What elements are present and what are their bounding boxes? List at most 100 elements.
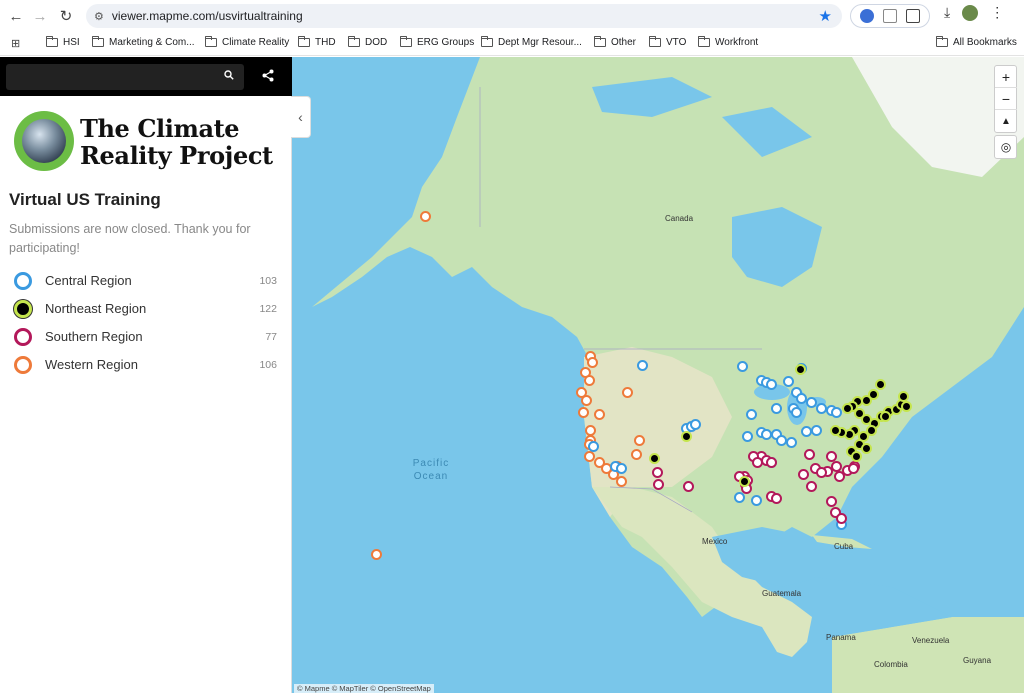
legend-item-northeast[interactable]: Northeast Region 122 [14,299,280,327]
collapse-sidebar-button[interactable]: ‹ [291,96,311,138]
map-marker[interactable] [786,437,797,448]
bookmark-marketing[interactable]: Marketing & Com... [92,36,195,48]
map-marker[interactable] [901,401,912,412]
map-marker[interactable] [649,453,660,464]
map-marker[interactable] [578,407,589,418]
zoom-out-button[interactable]: − [995,88,1017,110]
map-marker[interactable] [771,493,782,504]
map-marker[interactable] [587,357,598,368]
reload-icon[interactable]: ↻ [54,4,78,28]
search-icon[interactable] [224,70,234,80]
apps-grid-icon[interactable]: ⊞ [11,37,20,50]
map-marker[interactable] [634,435,645,446]
map-marker[interactable] [742,431,753,442]
map-marker[interactable] [791,407,802,418]
puzzle-icon[interactable] [906,9,921,23]
map-marker[interactable] [652,467,663,478]
region-legend: Central Region 103 Northeast Region 122 … [14,271,280,383]
map-marker[interactable] [616,476,627,487]
map-marker[interactable] [581,395,592,406]
map-marker[interactable] [836,513,847,524]
map-label-mexico: Mexico [702,537,728,546]
bookmark-erg-groups[interactable]: ERG Groups [400,36,474,48]
map-marker[interactable] [622,387,633,398]
climate-reality-logo: The Climate Reality Project [14,111,276,175]
menu-icon[interactable]: ⋮ [990,4,1004,21]
bookmark-other[interactable]: Other [594,36,636,48]
folder-icon [481,36,493,47]
map-marker[interactable] [851,451,862,462]
bookmark-thd[interactable]: THD [298,36,336,48]
legend-item-central[interactable]: Central Region 103 [14,271,280,299]
map-marker[interactable] [751,495,762,506]
map-marker[interactable] [584,375,595,386]
map-marker[interactable] [690,419,701,430]
download-icon[interactable]: ⤓ [944,4,950,21]
map-marker[interactable] [737,361,748,372]
legend-item-southern[interactable]: Southern Region 77 [14,327,280,355]
map-marker[interactable] [683,481,694,492]
map-marker[interactable] [653,479,664,490]
forward-icon[interactable]: → [28,4,52,28]
map-marker[interactable] [588,441,599,452]
map-marker[interactable] [746,409,757,420]
map-marker[interactable] [875,379,886,390]
bookmark-dod[interactable]: DOD [348,36,387,48]
extension-icon[interactable] [859,9,874,23]
share-icon[interactable] [262,69,274,82]
map-marker[interactable] [783,376,794,387]
map-marker[interactable] [861,443,872,454]
folder-icon [348,36,360,47]
map-marker[interactable] [798,469,809,480]
map-marker[interactable] [752,457,763,468]
locate-control: ◎ [994,135,1017,159]
map-marker[interactable] [616,463,627,474]
site-info-icon[interactable]: ⚙ [94,10,104,23]
bookmark-star-icon[interactable]: ★ [819,7,832,25]
map-view[interactable]: Canada Pacific Ocean Mexico Cuba Guatema… [292,57,1024,693]
bookmark-hsi[interactable]: HSI [46,36,80,48]
map-marker[interactable] [371,549,382,560]
map-marker[interactable] [631,449,642,460]
map-marker[interactable] [734,492,745,503]
address-bar[interactable]: ⚙ viewer.mapme.com/usvirtualtraining ★ [86,4,842,28]
map-marker[interactable] [880,411,891,422]
folder-icon [698,36,710,47]
map-marker[interactable] [771,403,782,414]
bookmark-vto[interactable]: VTO [649,36,686,48]
map-marker[interactable] [804,449,815,460]
map-marker[interactable] [420,211,431,222]
map-marker[interactable] [681,431,692,442]
bookmark-dept-mgr[interactable]: Dept Mgr Resour... [481,36,582,48]
locate-icon[interactable]: ◎ [995,136,1017,158]
map-marker[interactable] [739,476,750,487]
bookmark-climate-reality[interactable]: Climate Reality [205,36,289,48]
folder-icon [400,36,412,47]
map-marker[interactable] [898,391,909,402]
page-title: Virtual US Training [9,190,161,209]
map-label-guatemala: Guatemala [762,589,802,598]
map-marker[interactable] [811,425,822,436]
search-input[interactable] [6,64,244,90]
compass-icon[interactable]: ▲ [995,110,1017,132]
map-marker[interactable] [594,409,605,420]
avatar[interactable] [962,4,979,21]
marker-icon [14,356,32,374]
back-icon[interactable]: ← [4,4,28,28]
map-marker[interactable] [766,379,777,390]
map-marker[interactable] [830,425,841,436]
map-marker[interactable] [831,407,842,418]
map-marker[interactable] [806,481,817,492]
legend-item-western[interactable]: Western Region 106 [14,355,280,383]
all-bookmarks[interactable]: All Bookmarks [936,36,1017,48]
map-marker[interactable] [842,403,853,414]
zoom-in-button[interactable]: + [995,66,1017,88]
map-marker[interactable] [826,496,837,507]
map-marker[interactable] [795,364,806,375]
extension-icon[interactable] [882,9,897,23]
map-marker[interactable] [766,457,777,468]
map-marker[interactable] [848,463,859,474]
map-marker[interactable] [637,360,648,371]
bookmark-workfront[interactable]: Workfront [698,36,758,48]
map-marker[interactable] [816,467,827,478]
